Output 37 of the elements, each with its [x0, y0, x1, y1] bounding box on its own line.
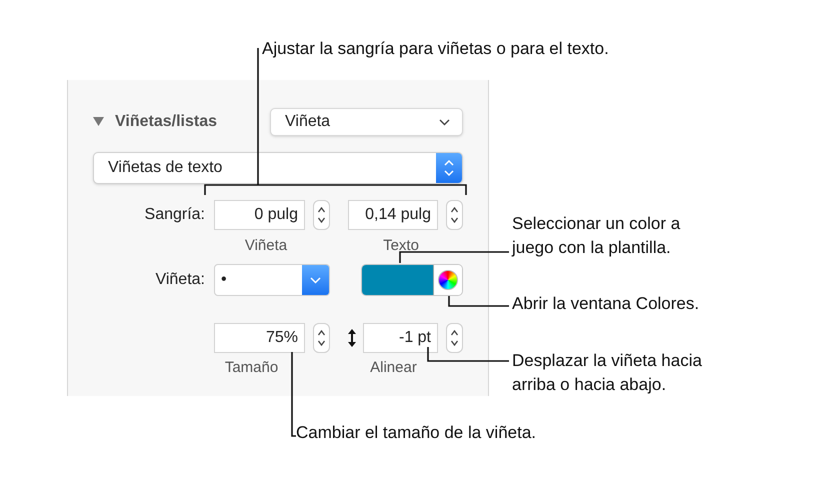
field-label: Viñeta:: [154, 270, 205, 290]
input-field[interactable]: 75%: [214, 323, 305, 353]
stepper[interactable]: [446, 200, 463, 230]
field-caption: Viñeta: [244, 236, 288, 256]
color-swatch[interactable]: [362, 265, 433, 295]
style-popup[interactable]: Viñeta: [270, 108, 463, 136]
bullet-popup[interactable]: •: [214, 264, 330, 296]
leader-line: [448, 296, 509, 307]
chevron-down-icon: [302, 265, 329, 295]
stepper-arrows-icon: [450, 328, 459, 348]
callout-text: Cambiar el tamaño de la viñeta.: [296, 422, 538, 444]
input-field[interactable]: 0,14 pulg: [348, 200, 438, 230]
field-caption: Alinear: [369, 358, 418, 378]
stepper-arrows-icon: [317, 328, 326, 348]
chevron-down-icon: [439, 118, 450, 126]
stepper-arrows-icon: [317, 205, 326, 225]
field-caption: Tamaño: [224, 358, 280, 378]
color-wheel-icon: [438, 270, 458, 290]
stepper-arrows-icon: [436, 153, 462, 183]
callout-text: Seleccionar un color a juego con la plantilla.: [512, 213, 682, 259]
bullet-type-popup[interactable]: Viñetas de texto: [93, 152, 463, 184]
stepper[interactable]: [446, 323, 463, 353]
callout-text: Abrir la ventana Colores.: [512, 293, 700, 315]
input-field[interactable]: -1 pt: [363, 323, 438, 353]
color-well[interactable]: [361, 264, 463, 296]
up-down-arrow-icon: [347, 329, 357, 347]
section-title: Viñetas/listas: [115, 112, 217, 132]
disclosure-triangle-icon[interactable]: [93, 117, 104, 127]
stepper-arrows-icon: [450, 205, 459, 225]
callout-text: Ajustar la sangría para viñetas o para el texto.: [262, 38, 610, 60]
input-field[interactable]: 0 pulg: [214, 200, 305, 230]
color-wheel-button[interactable]: [433, 265, 462, 295]
stepper[interactable]: [313, 200, 330, 230]
field-label: Sangría:: [144, 205, 205, 225]
callout-text: Desplazar la viñeta hacia arriba o hacia abajo.: [512, 350, 703, 396]
stepper[interactable]: [313, 323, 330, 353]
field-caption: Texto: [382, 236, 420, 256]
